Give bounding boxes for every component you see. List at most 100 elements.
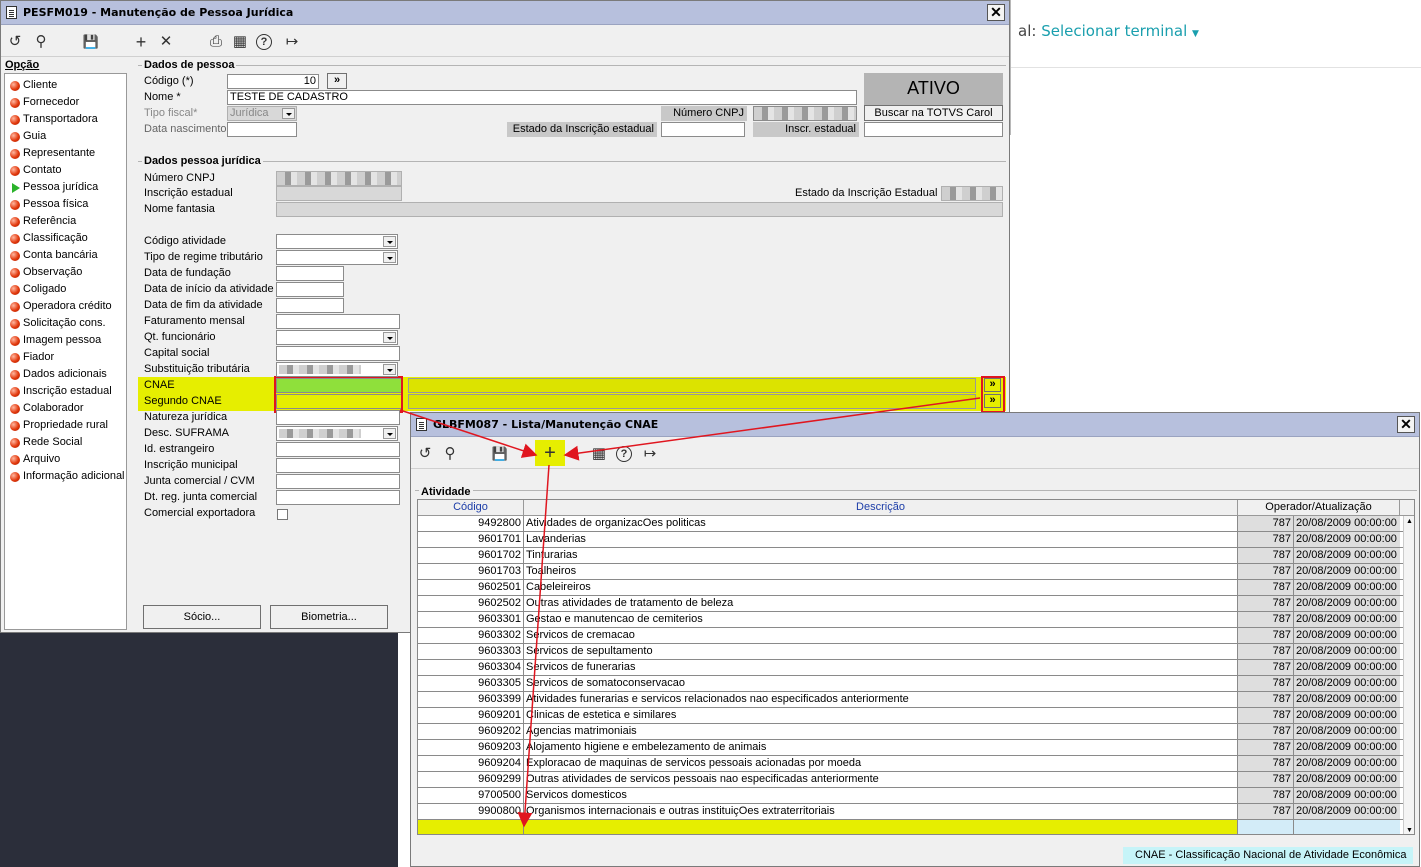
option-item[interactable]: Operadora crédito xyxy=(7,298,112,315)
biometria-button[interactable]: Biometria... xyxy=(270,605,388,629)
option-item[interactable]: Representante xyxy=(7,145,95,162)
table-row[interactable]: 9601703 Toalheiros 787 20/08/2009 00:00:00 xyxy=(418,564,1406,580)
option-item[interactable]: Rede Social xyxy=(7,434,82,451)
juridica-input[interactable] xyxy=(276,458,400,473)
calendar-icon[interactable]: ▦ xyxy=(589,444,609,464)
option-item[interactable]: Referência xyxy=(7,213,76,230)
table-row[interactable]: 9609204 Exploracao de maquinas de servico… xyxy=(418,756,1406,772)
add-icon[interactable]: + xyxy=(131,32,151,52)
help-icon[interactable]: ? xyxy=(256,34,272,50)
juridica-input[interactable] xyxy=(276,314,400,329)
col-codigo[interactable]: Código xyxy=(418,500,524,516)
table-row[interactable]: 9602501 Cabeleireiros 787 20/08/2009 00:00:… xyxy=(418,580,1406,596)
scroll-down-icon[interactable]: ▼ xyxy=(1406,827,1413,834)
juridica-input[interactable] xyxy=(276,298,344,313)
search-icon[interactable]: ⚲ xyxy=(31,32,51,52)
cell-codigo: 9603304 xyxy=(418,660,524,675)
option-item[interactable]: Propriedade rural xyxy=(7,417,108,434)
table-row[interactable]: 9603301 Gestao e manutencao de cemiterios… xyxy=(418,612,1406,628)
save-icon[interactable]: 💾 xyxy=(490,444,510,464)
option-item[interactable]: Solicitação cons. xyxy=(7,315,106,332)
table-row[interactable]: 9609299 Outras atividades de servicos pes… xyxy=(418,772,1406,788)
exit-icon[interactable]: ↦ xyxy=(640,444,660,464)
option-item[interactable]: Observação xyxy=(7,264,82,281)
print-icon[interactable]: ⎙ xyxy=(206,32,226,52)
option-item[interactable]: Colaborador xyxy=(7,400,84,417)
scroll-up-icon[interactable]: ▲ xyxy=(1406,518,1413,525)
table-row[interactable]: 9603305 Servicos de somatoconservacao 787 2… xyxy=(418,676,1406,692)
juridica-input[interactable] xyxy=(276,410,400,425)
option-item[interactable]: Transportadora xyxy=(7,111,98,128)
estado-inscricao-field[interactable] xyxy=(661,122,745,137)
new-cell-descricao[interactable] xyxy=(524,820,1238,834)
option-item[interactable]: Conta bancária xyxy=(7,247,98,264)
option-item[interactable]: Classificação xyxy=(7,230,88,247)
new-cell-codigo[interactable] xyxy=(418,820,524,834)
table-row[interactable]: 9603302 Servicos de cremacao 787 20/08/2009… xyxy=(418,628,1406,644)
juridica-input[interactable] xyxy=(276,474,400,489)
option-item[interactable]: Contato xyxy=(7,162,62,179)
table-row[interactable]: 9900800 Organismos internacionais e outra… xyxy=(418,804,1406,820)
option-item[interactable]: Informação adicional xyxy=(7,468,125,485)
option-item[interactable]: Imagem pessoa xyxy=(7,332,101,349)
table-row[interactable]: 9603304 Servicos de funerarias 787 20/08/20… xyxy=(418,660,1406,676)
juridica-select[interactable] xyxy=(276,426,398,441)
table-row[interactable]: 9609202 Agencias matrimoniais 787 20/08/200… xyxy=(418,724,1406,740)
calendar-icon[interactable]: ▦ xyxy=(230,32,250,52)
table-row[interactable]: 9603399 Atividades funerarias e servicos … xyxy=(418,692,1406,708)
col-operador[interactable]: Operador/Atualização xyxy=(1238,500,1400,516)
option-item[interactable]: Cliente xyxy=(7,77,57,94)
socio-button[interactable]: Sócio... xyxy=(143,605,261,629)
close-button[interactable]: ✕ xyxy=(1397,416,1415,433)
table-row[interactable]: 9492800 Atividades de organizacOes politi… xyxy=(418,516,1406,532)
delete-icon[interactable]: ✕ xyxy=(156,32,176,52)
add-icon[interactable]: + xyxy=(535,440,565,466)
tipo-fiscal-select[interactable]: Jurídica xyxy=(227,106,297,121)
buscar-carol-button[interactable]: Buscar na TOTVS Carol xyxy=(864,105,1003,121)
juridica-select[interactable] xyxy=(276,330,398,345)
option-item[interactable]: Pessoa física xyxy=(7,196,88,213)
undo-icon[interactable]: ↺ xyxy=(415,444,435,464)
juridica-input[interactable] xyxy=(276,442,400,457)
juridica-select[interactable] xyxy=(276,234,398,249)
option-item[interactable]: Fornecedor xyxy=(7,94,79,111)
nome-field[interactable]: TESTE DE CADASTRO xyxy=(227,90,857,105)
exit-icon[interactable]: ↦ xyxy=(282,32,302,52)
data-nascimento-field[interactable] xyxy=(227,122,297,137)
option-item[interactable]: Inscrição estadual xyxy=(7,383,112,400)
redacted-value xyxy=(279,365,361,374)
option-item[interactable]: Pessoa jurídica xyxy=(7,179,98,196)
vertical-scrollbar[interactable]: ▲ ▼ xyxy=(1403,516,1414,834)
juridica-select[interactable] xyxy=(276,362,398,377)
juridica-select[interactable] xyxy=(276,250,398,265)
table-row[interactable]: 9603303 Servicos de sepultamento 787 20/08/… xyxy=(418,644,1406,660)
table-row[interactable]: 9601702 Tinturarias 787 20/08/2009 00:00:00 xyxy=(418,548,1406,564)
save-icon[interactable]: 💾 xyxy=(81,32,101,52)
help-icon[interactable]: ? xyxy=(616,446,632,462)
codigo-search-button[interactable]: » xyxy=(327,73,347,89)
numero-cnpj-field[interactable] xyxy=(753,106,857,121)
option-item[interactable]: Coligado xyxy=(7,281,66,298)
table-row[interactable]: 9602502 Outras atividades de tratamento d… xyxy=(418,596,1406,612)
option-item[interactable]: Guia xyxy=(7,128,46,145)
juridica-input[interactable] xyxy=(276,490,400,505)
option-item[interactable]: Fiador xyxy=(7,349,54,366)
table-row[interactable]: 9609201 Clinicas de estetica e similares 7… xyxy=(418,708,1406,724)
comercial-exportadora-checkbox[interactable] xyxy=(277,509,288,520)
col-descricao[interactable]: Descrição xyxy=(524,500,1238,516)
juridica-input[interactable] xyxy=(276,266,344,281)
option-item[interactable]: Dados adicionais xyxy=(7,366,107,383)
search-icon[interactable]: ⚲ xyxy=(440,444,460,464)
juridica-input[interactable] xyxy=(276,282,344,297)
inscr-estadual-field[interactable] xyxy=(864,122,1003,137)
terminal-selector[interactable]: al: Selecionar terminal ▼ xyxy=(1018,22,1199,40)
table-row[interactable]: 9601701 Lavanderias 787 20/08/2009 00:00:00 xyxy=(418,532,1406,548)
undo-icon[interactable]: ↺ xyxy=(5,32,25,52)
juridica-input[interactable] xyxy=(276,346,400,361)
table-row[interactable]: 9700500 Servicos domesticos 787 20/08/2009 … xyxy=(418,788,1406,804)
codigo-field[interactable]: 10 xyxy=(227,74,319,89)
table-row[interactable]: 9609203 Alojamento higiene e embelezament… xyxy=(418,740,1406,756)
close-button[interactable]: ✕ xyxy=(987,4,1005,21)
option-item[interactable]: Arquivo xyxy=(7,451,60,468)
new-row[interactable] xyxy=(418,820,1406,834)
